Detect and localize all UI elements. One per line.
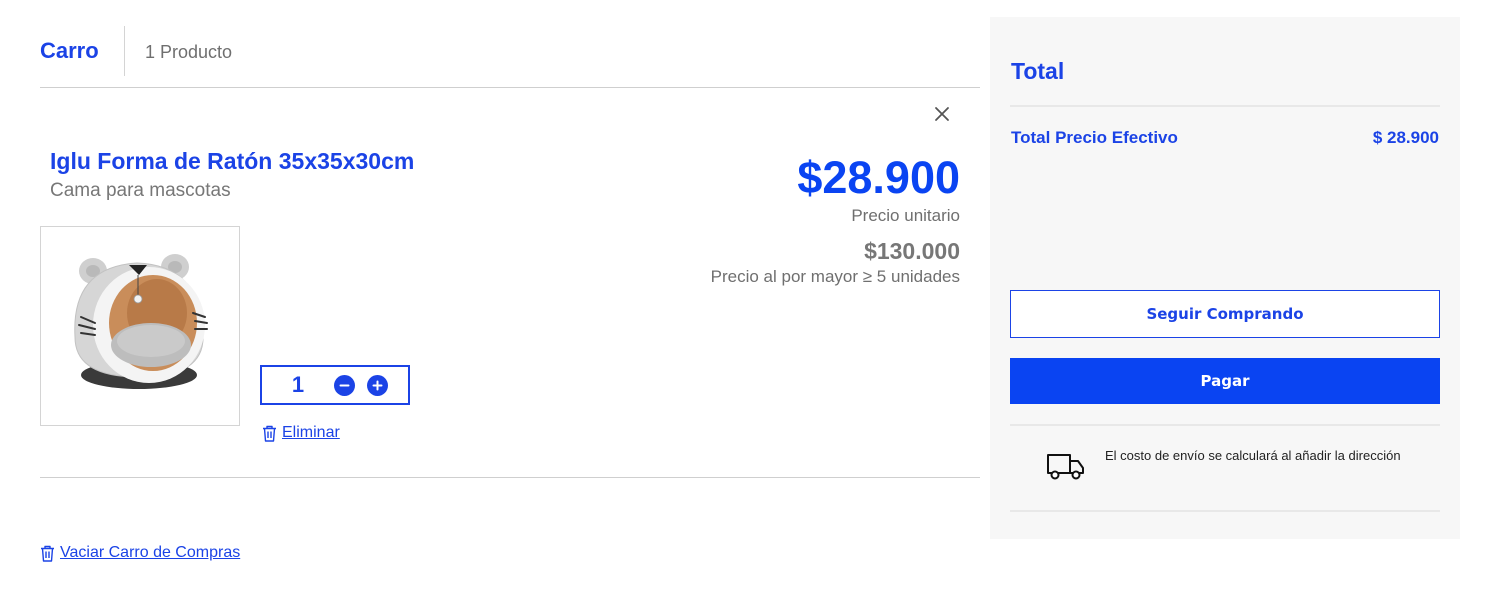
remove-item-close-icon[interactable] [933,105,951,123]
minus-icon [339,384,350,386]
remove-item-label: Eliminar [282,424,340,441]
product-category: Cama para mascotas [50,180,231,201]
summary-title: Total [1011,58,1065,84]
trash-icon [263,425,276,442]
wholesale-price-label: Precio al por mayor ≥ 5 unidades [710,267,960,286]
order-summary: Total Total Precio Efectivo $ 28.900 Seg… [990,17,1460,539]
unit-price-label: Precio unitario [851,206,960,225]
product-image[interactable] [40,226,240,426]
trash-icon [41,545,54,562]
remove-item-link[interactable]: Eliminar [262,424,340,442]
decrease-quantity-button[interactable] [334,374,355,396]
divider [1010,510,1440,512]
product-name[interactable]: Iglu Forma de Ratón 35x35x30cm [50,148,414,175]
quantity-value[interactable]: 1 [262,372,334,398]
empty-cart-label: Vaciar Carro de Compras [60,544,241,561]
pay-button[interactable]: Pagar [1010,358,1440,404]
unit-price: $28.900 [797,152,960,203]
plus-icon [372,380,383,390]
empty-cart-link[interactable]: Vaciar Carro de Compras [40,544,240,562]
quantity-stepper: 1 [260,365,410,405]
pet-bed-image [74,254,208,389]
continue-shopping-button[interactable]: Seguir Comprando [1010,290,1440,338]
divider [1010,424,1440,426]
total-label: Total Precio Efectivo [1011,128,1178,147]
wholesale-price: $130.000 [864,238,960,264]
truck-icon [1046,451,1086,488]
header-divider [124,26,125,76]
cart-header: Carro 1 Producto [40,26,980,88]
increase-quantity-button[interactable] [367,374,388,396]
total-value: $ 28.900 [1372,128,1439,147]
shipping-note: El costo de envío se calculará al añadir… [1105,448,1401,463]
divider [1010,105,1440,107]
cart-product-count: 1 Producto [145,42,233,62]
cart-title: Carro [40,38,99,63]
cart-item: Iglu Forma de Ratón 35x35x30cm Cama para… [40,88,980,478]
